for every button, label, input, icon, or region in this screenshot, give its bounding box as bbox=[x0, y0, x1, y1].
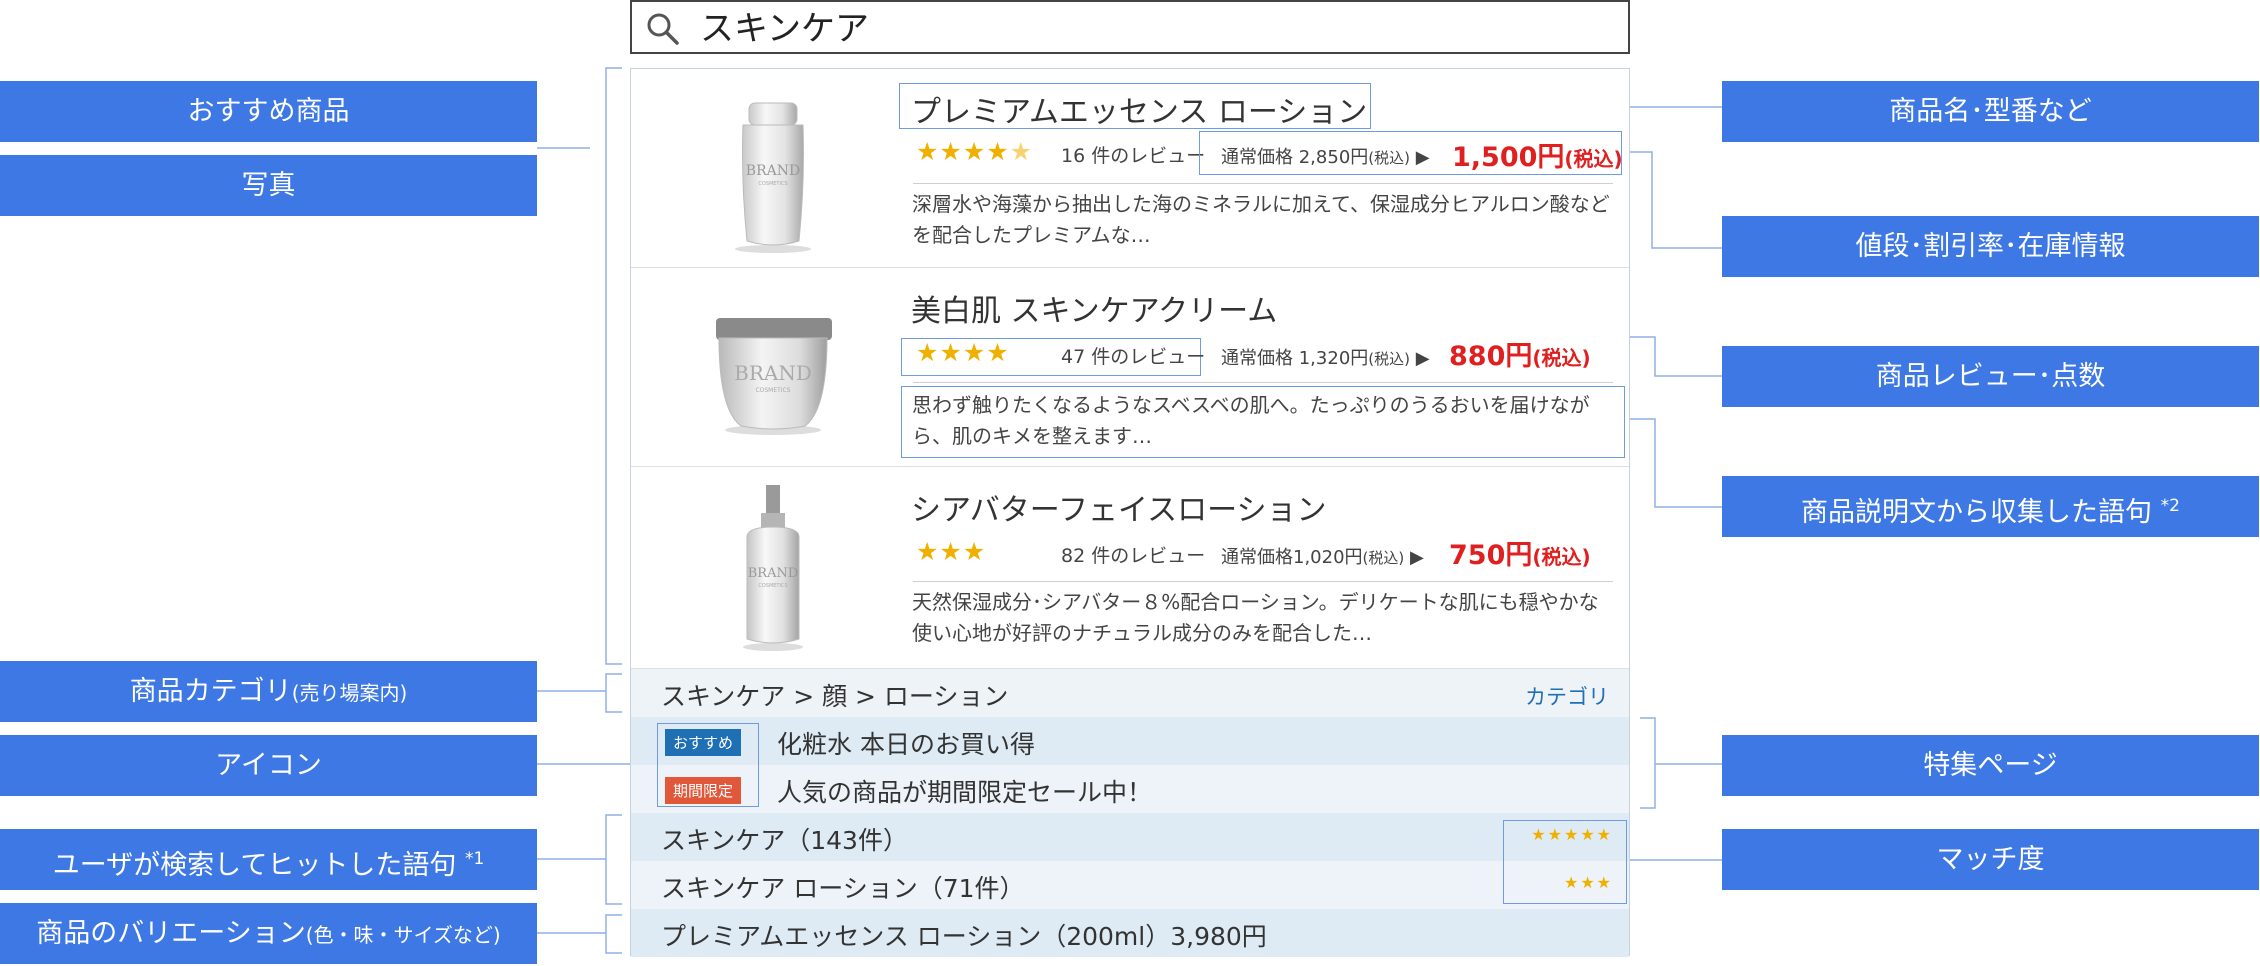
sale-price: 880円(税込) bbox=[1449, 341, 1591, 372]
category-link[interactable]: カテゴリ bbox=[1525, 681, 1609, 711]
label-icon: アイコン bbox=[0, 735, 537, 796]
brand-subtext: COSMETICS bbox=[755, 387, 790, 394]
brand-subtext: COSMETICS bbox=[758, 583, 787, 589]
product-description: 天然保湿成分･シアバター８%配合ローション。デリケートな肌にも穏やかな使い心地が… bbox=[912, 590, 1599, 645]
category-row: スキンケア > 顔 > ローション カテゴリ bbox=[631, 669, 1629, 717]
rating-stars: ★★★★ bbox=[916, 338, 1010, 367]
divider bbox=[913, 382, 1613, 383]
search-term-text[interactable]: スキンケア（143件） bbox=[661, 821, 908, 857]
divider bbox=[913, 183, 1613, 184]
half-star-icon: ★ bbox=[1009, 137, 1034, 166]
regular-price: 通常価格 1,320円(税込) ▶ bbox=[1221, 348, 1430, 369]
search-query: スキンケア bbox=[700, 9, 869, 49]
regular-price: 通常価格1,020円(税込) ▶ bbox=[1221, 547, 1424, 568]
product-description: 思わず触りたくなるようなスベスベの肌へ。たっぷりのうるおいを届けながら、肌のキメ… bbox=[912, 393, 1590, 448]
search-term-row[interactable]: スキンケア（143件） bbox=[631, 813, 1629, 861]
product-jar-image: BRAND COSMETICS bbox=[716, 318, 832, 435]
brand-text: BRAND bbox=[734, 361, 812, 385]
product-bottle-image: BRAND COSMETICS bbox=[735, 102, 811, 253]
label-review: 商品レビュー･点数 bbox=[1722, 346, 2259, 407]
label-recommended: おすすめ商品 bbox=[0, 81, 537, 142]
variation-row[interactable]: プレミアムエッセンス ローション（200ml）3,980円 bbox=[631, 909, 1629, 957]
product-card[interactable]: BRAND COSMETICS 美白肌 スキンケアクリーム ★★★★ 47 件の… bbox=[631, 268, 1629, 467]
arrow-right-icon: ▶ bbox=[1415, 147, 1430, 168]
label-description-terms: 商品説明文から収集した語句 *2 bbox=[1722, 476, 2259, 537]
arrow-right-icon: ▶ bbox=[1409, 547, 1424, 568]
brand-subtext: COSMETICS bbox=[758, 181, 787, 187]
feature-link[interactable]: 化粧水 本日のお買い得 bbox=[777, 725, 1035, 761]
product-name[interactable]: 美白肌 スキンケアクリーム bbox=[911, 286, 1277, 330]
review-count[interactable]: 82 件のレビュー bbox=[1061, 541, 1205, 568]
product-pump-bottle-image: BRAND COSMETICS bbox=[743, 485, 803, 651]
variation-text[interactable]: プレミアムエッセンス ローション（200ml）3,980円 bbox=[661, 917, 1267, 953]
feature-link[interactable]: 人気の商品が期間限定セール中！ bbox=[777, 773, 1152, 809]
product-name[interactable]: シアバターフェイスローション bbox=[911, 485, 1327, 529]
review-count[interactable]: 47 件のレビュー bbox=[1061, 342, 1205, 369]
label-feature-page: 特集ページ bbox=[1722, 735, 2259, 796]
limited-time-badge: 期間限定 bbox=[665, 777, 742, 804]
arrow-right-icon: ▶ bbox=[1415, 348, 1430, 369]
label-category: 商品カテゴリ(売り場案内) bbox=[0, 661, 537, 722]
regular-price: 通常価格 2,850円(税込) ▶ bbox=[1221, 147, 1430, 168]
product-card[interactable]: BRAND COSMETICS プレミアムエッセンス ローション ★★★★★ 1… bbox=[631, 69, 1629, 268]
search-results-panel: BRAND COSMETICS プレミアムエッセンス ローション ★★★★★ 1… bbox=[630, 68, 1630, 957]
star-icons: ★★★★ bbox=[916, 137, 1010, 166]
review-count[interactable]: 16 件のレビュー bbox=[1061, 141, 1205, 168]
match-stars: ★★★★★ bbox=[1531, 825, 1613, 844]
category-breadcrumb[interactable]: スキンケア > 顔 > ローション bbox=[661, 677, 1008, 713]
product-name[interactable]: プレミアムエッセンス ローション bbox=[911, 87, 1367, 131]
brand-text: BRAND bbox=[748, 566, 799, 581]
rating-stars: ★★★★★ bbox=[916, 137, 1033, 166]
search-term-row[interactable]: スキンケア ローション（71件） bbox=[631, 861, 1629, 909]
divider bbox=[913, 581, 1613, 582]
label-variation: 商品のバリエーション(色・味・サイズなど) bbox=[0, 903, 537, 964]
sale-price: 1,500円(税込) bbox=[1452, 142, 1623, 173]
recommend-badge: おすすめ bbox=[665, 729, 742, 756]
search-bar[interactable]: スキンケア bbox=[630, 0, 1630, 54]
label-photo: 写真 bbox=[0, 155, 537, 216]
sale-price: 750円(税込) bbox=[1449, 540, 1591, 571]
label-price: 値段･割引率･在庫情報 bbox=[1722, 216, 2259, 277]
match-stars: ★★★ bbox=[1563, 873, 1613, 892]
label-match: マッチ度 bbox=[1722, 829, 2259, 890]
label-user-search-terms: ユーザが検索してヒットした語句 *1 bbox=[0, 829, 537, 890]
label-product-name: 商品名･型番など bbox=[1722, 81, 2259, 142]
product-description: 深層水や海藻から抽出した海のミネラルに加えて、保湿成分ヒアルロン酸などを配合した… bbox=[912, 192, 1610, 247]
rating-stars: ★★★ bbox=[916, 537, 987, 566]
search-term-text[interactable]: スキンケア ローション（71件） bbox=[661, 869, 1025, 905]
brand-text: BRAND bbox=[746, 163, 800, 179]
product-card[interactable]: BRAND COSMETICS シアバターフェイスローション ★★★ 82 件の… bbox=[631, 467, 1629, 669]
search-icon bbox=[647, 13, 679, 45]
